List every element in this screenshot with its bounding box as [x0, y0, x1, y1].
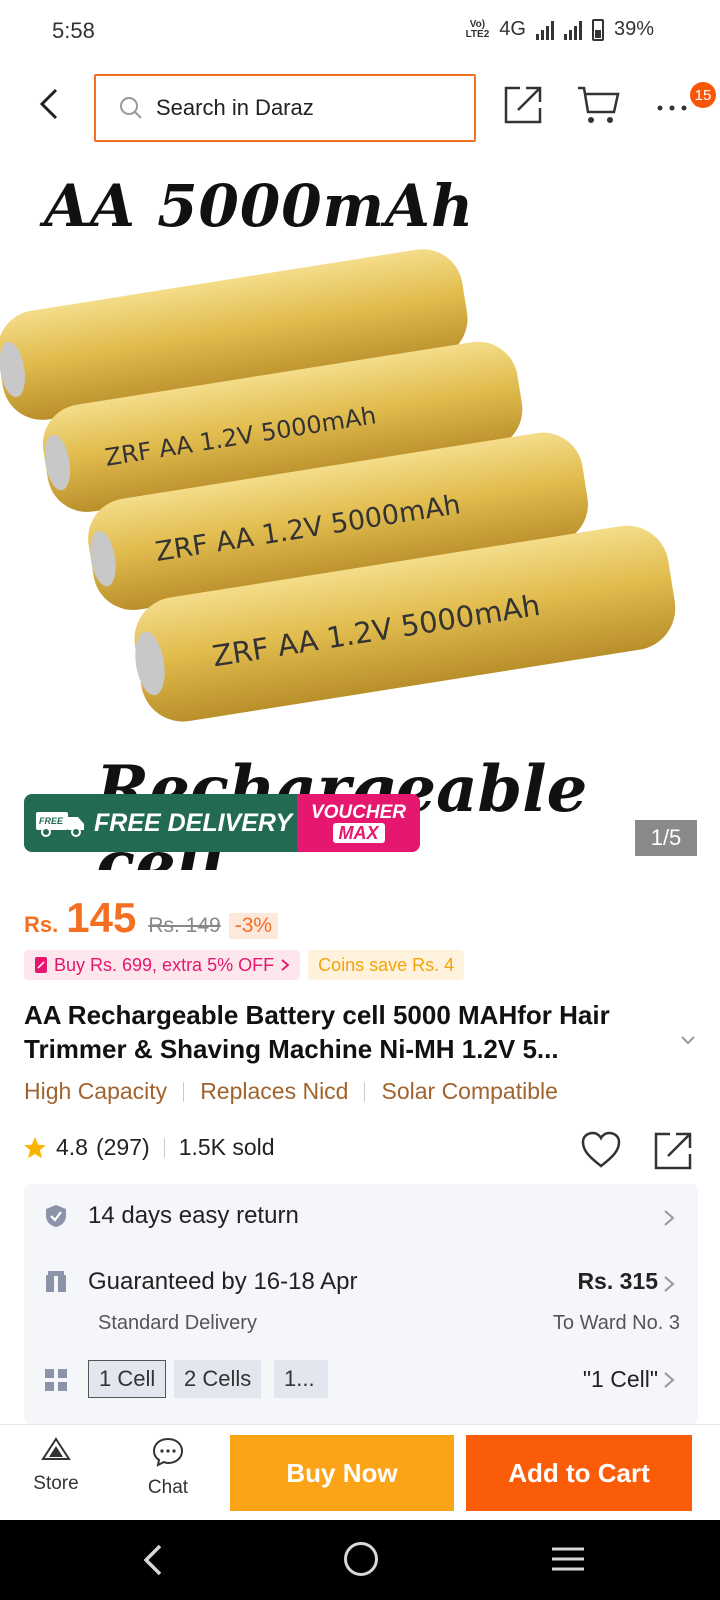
- price-value: 145: [66, 894, 137, 941]
- chevron-down-icon: [681, 1036, 695, 1045]
- chevron-right-icon: [664, 1210, 675, 1226]
- variant-option-2-cells[interactable]: 2 Cells: [174, 1360, 262, 1398]
- nav-recents-icon[interactable]: [550, 1544, 586, 1574]
- voucher-max-label: MAX: [332, 823, 385, 843]
- status-bar: 5:58 Vo) LTE2 4G 39%: [0, 0, 720, 62]
- store-label: Store: [33, 1473, 79, 1494]
- voucher-max-badge: VOUCHER MAX: [297, 794, 420, 852]
- return-policy-row[interactable]: 14 days easy return: [24, 1184, 698, 1250]
- network-type: 4G: [499, 18, 526, 40]
- image-page-counter: 1/5: [635, 820, 697, 856]
- box-icon: [46, 1271, 66, 1292]
- share-icon: [654, 1132, 692, 1170]
- truck-free-tag: FREE: [39, 816, 64, 826]
- bottom-action-bar: Store Chat Buy Now Add to Cart: [0, 1424, 720, 1520]
- variant-grid-icon: [45, 1369, 67, 1391]
- variant-option-1-cell[interactable]: 1 Cell: [88, 1360, 167, 1398]
- feature-tags: High Capacity Replaces Nicd Solar Compat…: [24, 1078, 558, 1105]
- notification-badge: 15: [690, 82, 716, 108]
- delivery-type-text: Standard Delivery: [98, 1312, 257, 1334]
- divider: [163, 1137, 165, 1158]
- search-input[interactable]: [156, 95, 436, 121]
- rating-row[interactable]: 4.8 (297) 1.5K sold: [22, 1134, 275, 1161]
- heart-icon: [581, 1131, 621, 1168]
- top-header: [0, 62, 720, 152]
- buy-offer-text: Buy Rs. 699, extra 5% OFF: [54, 954, 275, 975]
- system-nav-bar: [0, 1520, 720, 1600]
- sold-count: 1.5K sold: [178, 1134, 275, 1160]
- price-row: Rs. 145 Rs. 149 -3%: [24, 894, 279, 942]
- feature-tag: Replaces Nicd: [200, 1078, 349, 1104]
- original-price: Rs. 149: [148, 914, 221, 937]
- feature-tag: Solar Compatible: [381, 1078, 558, 1104]
- coupon-icon: [35, 957, 47, 973]
- more-dots-icon: [657, 105, 687, 111]
- chat-icon: [152, 1437, 184, 1467]
- product-image-gallery[interactable]: ZRF AA 1.2V 5000mAh ZRF AA 1.2V 5000mAh …: [0, 152, 720, 870]
- chevron-right-icon: [664, 1372, 675, 1388]
- variant-row[interactable]: 1 Cell 2 Cells 1... "1 Cell": [24, 1354, 698, 1424]
- battery-icon: [591, 18, 604, 41]
- share-product-button[interactable]: [652, 1130, 694, 1172]
- selected-variant: "1 Cell": [582, 1366, 658, 1392]
- status-time: 5:58: [52, 18, 95, 43]
- product-title: AA Rechargeable Battery cell 5000 MAHfor…: [24, 1000, 610, 1064]
- chevron-right-icon: [281, 959, 290, 971]
- rating-value: 4.8: [56, 1134, 88, 1160]
- expand-title-button[interactable]: [676, 1028, 700, 1052]
- review-count: (297): [95, 1134, 150, 1160]
- share-icon: [504, 86, 542, 124]
- wishlist-button[interactable]: [580, 1130, 622, 1170]
- delivery-row[interactable]: Guaranteed by 16-18 Apr Standard Deliver…: [24, 1250, 698, 1354]
- nav-home-icon[interactable]: [344, 1542, 378, 1576]
- search-box[interactable]: [94, 74, 476, 142]
- delivery-location: To Ward No. 3: [552, 1312, 680, 1334]
- store-tab[interactable]: Store: [20, 1437, 92, 1509]
- back-arrow-icon: [39, 88, 58, 120]
- buy-now-button[interactable]: Buy Now: [230, 1435, 454, 1511]
- image-title: AA 5000mAh: [44, 172, 475, 240]
- add-to-cart-button[interactable]: Add to Cart: [466, 1435, 692, 1511]
- return-policy-text: 14 days easy return: [88, 1202, 299, 1229]
- status-icons: Vo) LTE2 4G 39%: [466, 18, 654, 41]
- feature-tag: High Capacity: [24, 1078, 168, 1104]
- volte-indicator: Vo) LTE2: [465, 18, 490, 40]
- coins-chip[interactable]: Coins save Rs. 4: [308, 950, 465, 980]
- shield-check-icon: [46, 1205, 66, 1227]
- chat-tab[interactable]: Chat: [132, 1437, 204, 1509]
- delivery-price: Rs. 315: [577, 1268, 658, 1294]
- more-options-button[interactable]: [652, 84, 692, 126]
- delivery-guarantee-text: Guaranteed by 16-18 Apr: [88, 1268, 358, 1295]
- share-button[interactable]: [502, 84, 544, 126]
- discount-badge: -3%: [228, 913, 279, 939]
- back-button[interactable]: [30, 84, 70, 124]
- promo-chips: Buy Rs. 699, extra 5% OFF Coins save Rs.…: [24, 950, 465, 980]
- free-delivery-text: FREE DELIVERY: [94, 808, 293, 837]
- chat-label: Chat: [147, 1477, 189, 1498]
- cart-icon: [578, 86, 620, 123]
- battery-percent: 39%: [613, 18, 654, 40]
- divider: [364, 1081, 366, 1102]
- cart-button[interactable]: [576, 84, 620, 126]
- buy-offer-chip[interactable]: Buy Rs. 699, extra 5% OFF: [24, 950, 301, 980]
- signal-icon: [535, 20, 554, 40]
- nav-back-icon[interactable]: [136, 1540, 172, 1580]
- free-delivery-badge: FREE FREE DELIVERY: [24, 794, 297, 852]
- variant-option-more[interactable]: 1...: [274, 1360, 328, 1398]
- signal-icon-2: [563, 20, 582, 40]
- search-icon: [120, 97, 142, 119]
- price-currency: Rs.: [24, 912, 59, 937]
- store-logo-icon: [41, 1437, 71, 1460]
- coins-text: Coins save Rs. 4: [318, 954, 455, 975]
- star-icon: [24, 1136, 46, 1158]
- divider: [183, 1081, 185, 1102]
- promo-banner[interactable]: FREE FREE DELIVERY VOUCHER MAX: [24, 794, 420, 852]
- truck-icon: FREE: [36, 812, 84, 837]
- chevron-right-icon: [664, 1276, 675, 1292]
- voucher-label: VOUCHER: [310, 802, 406, 823]
- service-info-panel: 14 days easy return Guaranteed by 16-18 …: [24, 1184, 698, 1424]
